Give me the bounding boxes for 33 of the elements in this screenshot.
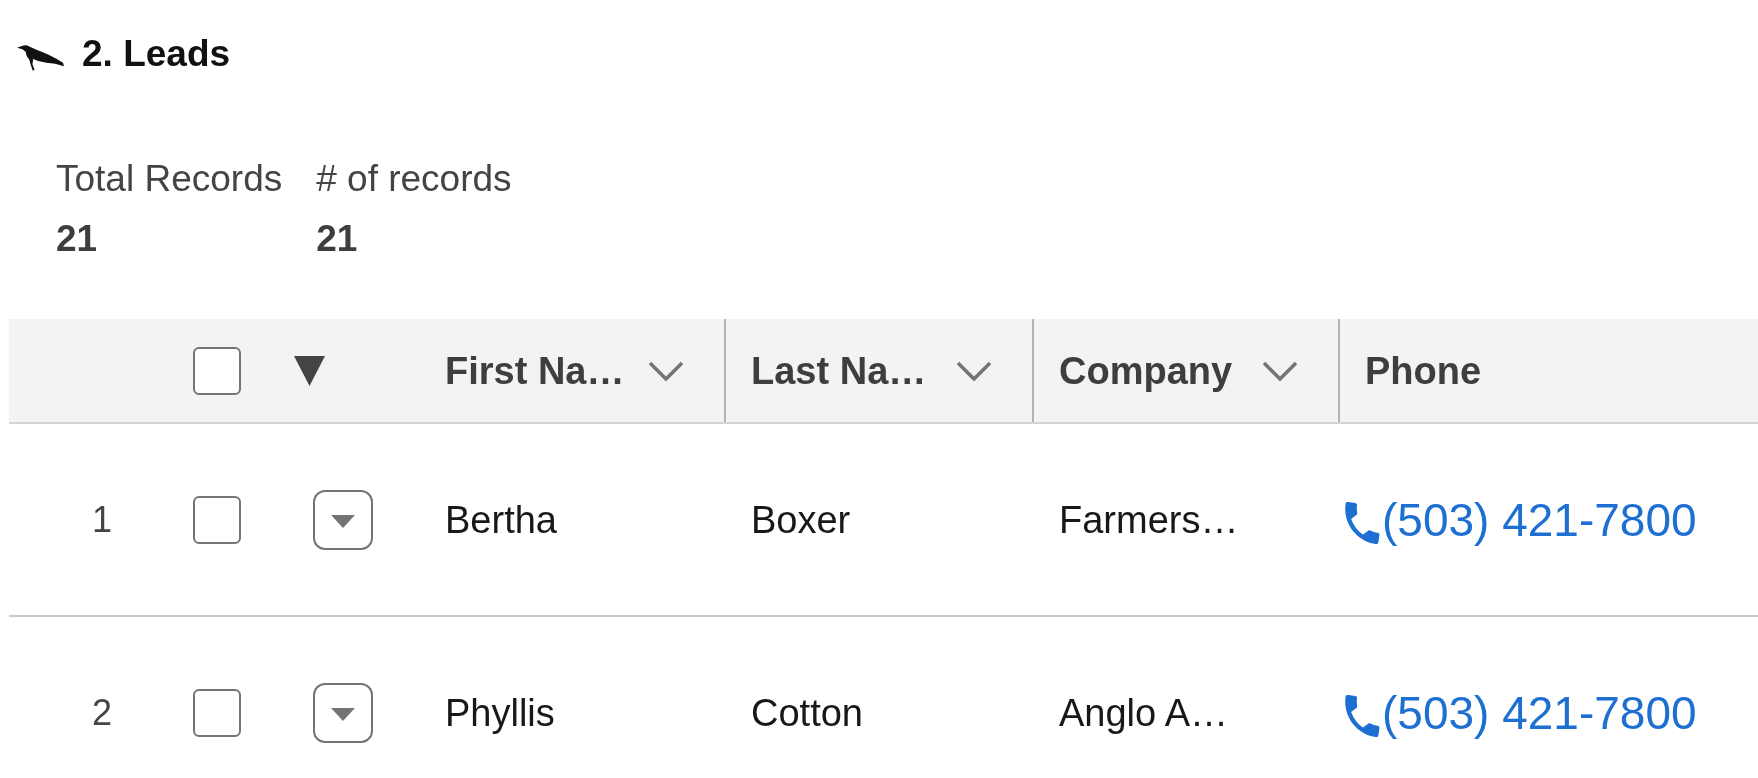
chevron-down-icon[interactable] — [1262, 360, 1298, 381]
phone-icon — [1342, 501, 1382, 544]
phone-icon — [1342, 694, 1382, 737]
table-cell-text: Farmers… — [1059, 497, 1239, 543]
table-cell-text: Boxer — [751, 497, 851, 543]
row-number: 1 — [91, 497, 112, 542]
table-cell-text: Bertha — [445, 497, 557, 543]
caret-down-icon — [331, 515, 355, 528]
column-header[interactable]: Last Na… — [751, 347, 927, 394]
column-header[interactable]: Phone — [1365, 347, 1482, 394]
section-title: 2. Leads — [82, 32, 231, 76]
select-all-checkbox[interactable] — [193, 346, 241, 395]
phone-link[interactable]: (503) 421-7800 — [1382, 685, 1697, 740]
row-checkbox[interactable] — [193, 688, 241, 737]
summary-label: Total Records — [56, 157, 283, 201]
summary-label: # of records — [316, 157, 512, 201]
summary-value: 21 — [316, 217, 358, 261]
row-checkbox[interactable] — [193, 495, 241, 544]
bird-icon — [17, 43, 64, 71]
phone-link[interactable]: (503) 421-7800 — [1382, 492, 1697, 547]
row-action-button[interactable] — [313, 489, 373, 550]
row-number: 2 — [91, 690, 112, 735]
table-cell-text: Phyllis — [445, 690, 555, 736]
chevron-down-icon[interactable] — [648, 360, 684, 381]
caret-down-icon — [331, 708, 355, 721]
table-cell-text: Anglo A… — [1059, 690, 1228, 736]
column-header[interactable]: First Na… — [445, 347, 625, 394]
chevron-down-icon[interactable] — [956, 360, 992, 381]
caret-down-icon[interactable] — [294, 355, 325, 386]
row-action-button[interactable] — [313, 682, 373, 743]
table-cell-text: Cotton — [751, 690, 863, 736]
summary-value: 21 — [56, 217, 98, 261]
column-header[interactable]: Company — [1059, 347, 1233, 394]
